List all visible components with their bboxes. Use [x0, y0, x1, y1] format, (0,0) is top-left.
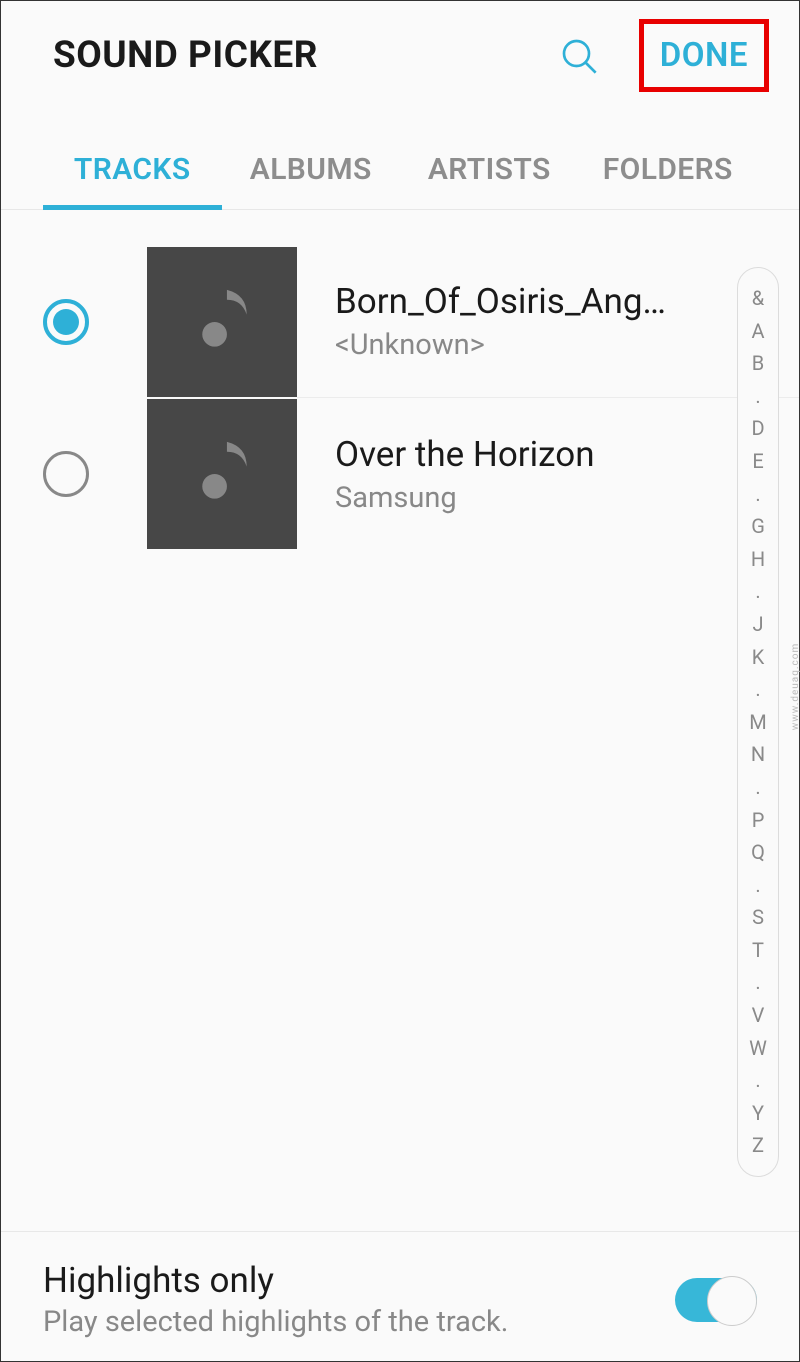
done-button[interactable]: DONE — [660, 36, 748, 75]
index-letter[interactable]: S — [752, 901, 764, 934]
search-icon[interactable] — [559, 36, 599, 76]
footer: Highlights only Play selected highlights… — [1, 1231, 799, 1361]
index-letter[interactable]: & — [752, 282, 764, 315]
index-letter[interactable]: D — [751, 412, 764, 445]
alphabet-index[interactable]: & A B . D E . G H . J K . M N . P Q . S … — [737, 267, 779, 1177]
music-note-icon — [192, 285, 252, 359]
track-thumbnail — [147, 247, 297, 397]
index-letter[interactable]: G — [751, 510, 765, 543]
page-title: SOUND PICKER — [53, 34, 559, 77]
index-letter[interactable]: . — [755, 966, 760, 999]
track-text: Over the Horizon Samsung — [297, 398, 799, 550]
index-letter[interactable]: . — [755, 575, 760, 608]
track-title: Over the Horizon — [335, 434, 719, 475]
track-text: Born_Of_Osiris_Ang… <Unknown> — [297, 246, 799, 398]
index-letter[interactable]: V — [752, 999, 765, 1032]
index-letter[interactable]: M — [749, 706, 766, 739]
index-letter[interactable]: T — [752, 934, 764, 967]
index-letter[interactable]: Z — [752, 1129, 764, 1162]
index-letter[interactable]: W — [749, 1032, 767, 1065]
index-letter[interactable]: Q — [751, 836, 765, 869]
index-letter[interactable]: . — [755, 380, 760, 413]
index-letter[interactable]: K — [752, 641, 765, 674]
index-letter[interactable]: . — [755, 673, 760, 706]
track-list: Born_Of_Osiris_Ang… <Unknown> Over the H… — [1, 210, 799, 550]
index-letter[interactable]: Y — [752, 1097, 764, 1130]
track-artist: <Unknown> — [335, 328, 719, 362]
track-artist: Samsung — [335, 481, 719, 515]
index-letter[interactable]: H — [751, 543, 765, 576]
index-letter[interactable]: P — [752, 804, 765, 837]
tabs-bar: TRACKS ALBUMS ARTISTS FOLDERS — [1, 138, 799, 210]
watermark: www.deuaq.com — [790, 643, 800, 731]
done-button-highlight: DONE — [639, 19, 769, 92]
index-letter[interactable]: . — [755, 771, 760, 804]
highlights-title: Highlights only — [43, 1260, 675, 1301]
tab-tracks[interactable]: TRACKS — [43, 138, 222, 209]
track-title: Born_Of_Osiris_Ang… — [335, 281, 719, 322]
footer-text: Highlights only Play selected highlights… — [43, 1260, 675, 1339]
index-letter[interactable]: B — [752, 347, 764, 380]
highlights-toggle[interactable] — [675, 1278, 757, 1322]
tab-albums[interactable]: ALBUMS — [222, 138, 401, 209]
radio-selected-icon[interactable] — [43, 299, 89, 345]
index-letter[interactable]: J — [752, 608, 763, 641]
music-note-icon — [192, 437, 252, 511]
index-letter[interactable]: N — [751, 738, 765, 771]
track-row[interactable]: Over the Horizon Samsung — [43, 398, 799, 550]
header: SOUND PICKER DONE — [1, 1, 799, 106]
index-letter[interactable]: . — [755, 869, 760, 902]
tab-artists[interactable]: ARTISTS — [400, 138, 579, 209]
radio-unselected-icon[interactable] — [43, 451, 89, 497]
index-letter[interactable]: . — [755, 478, 760, 511]
track-row[interactable]: Born_Of_Osiris_Ang… <Unknown> — [43, 246, 799, 398]
tab-folders[interactable]: FOLDERS — [579, 138, 758, 209]
highlights-subtitle: Play selected highlights of the track. — [43, 1305, 675, 1339]
index-letter[interactable]: E — [752, 445, 763, 478]
index-letter[interactable]: A — [751, 315, 764, 348]
track-thumbnail — [147, 399, 297, 549]
index-letter[interactable]: . — [755, 1064, 760, 1097]
